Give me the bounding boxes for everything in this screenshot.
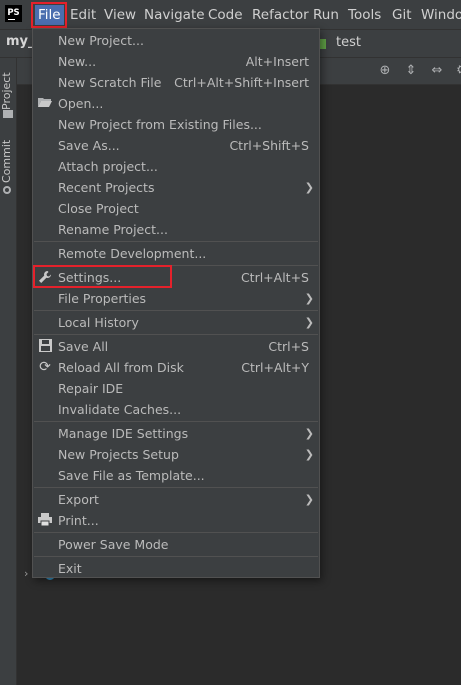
refresh-icon: ⟳ [39, 359, 51, 375]
locate-icon[interactable]: ⊕ [377, 63, 393, 79]
menu-edit[interactable]: Edit [70, 5, 96, 25]
menu-separator [34, 310, 318, 311]
submenu-arrow-icon: ❯ [304, 292, 314, 305]
menu-tools[interactable]: Tools [348, 5, 381, 25]
left-tool-strip: Project Commit [0, 58, 17, 685]
menu-save-as[interactable]: Save As... Ctrl+Shift+S [33, 135, 319, 156]
menu-repair-ide[interactable]: Repair IDE [33, 378, 319, 399]
menu-new[interactable]: New... Alt+Insert [33, 51, 319, 72]
menu-recent-projects[interactable]: Recent Projects ❯ [33, 177, 319, 198]
wrench-icon [38, 270, 52, 284]
submenu-arrow-icon: ❯ [304, 493, 314, 506]
menu-separator [34, 556, 318, 557]
menu-separator [34, 532, 318, 533]
menu-attach-project[interactable]: Attach project... [33, 156, 319, 177]
menu-separator [34, 265, 318, 266]
commit-icon [3, 186, 11, 194]
chevron-right-icon: › [24, 567, 29, 580]
menu-navigate[interactable]: Navigate [144, 5, 205, 25]
tab-project[interactable]: Project [0, 66, 17, 116]
menu-git[interactable]: Git [392, 5, 412, 25]
folder-icon [3, 110, 13, 118]
menu-view[interactable]: View [104, 5, 136, 25]
menu-new-from-existing[interactable]: New Project from Existing Files... [33, 114, 319, 135]
menu-local-history[interactable]: Local History ❯ [33, 312, 319, 333]
menu-run[interactable]: Run [313, 5, 339, 25]
menu-exit[interactable]: Exit [33, 558, 319, 577]
submenu-arrow-icon: ❯ [304, 181, 314, 194]
menu-power-save[interactable]: Power Save Mode [33, 534, 319, 555]
menu-manage-ide-settings[interactable]: Manage IDE Settings ❯ [33, 423, 319, 444]
menu-new-scratch[interactable]: New Scratch File Ctrl+Alt+Shift+Insert [33, 72, 319, 93]
app-logo: PS [5, 5, 22, 22]
menu-code[interactable]: Code [208, 5, 243, 25]
submenu-arrow-icon: ❯ [304, 448, 314, 461]
menu-export[interactable]: Export ❯ [33, 489, 319, 510]
tab-commit[interactable]: Commit [0, 138, 17, 184]
expand-all-icon[interactable]: ⇕ [403, 63, 419, 79]
menu-separator [34, 334, 318, 335]
menu-separator [34, 487, 318, 488]
menu-print[interactable]: Print... [33, 510, 319, 531]
printer-icon [38, 513, 52, 527]
menu-reload-all[interactable]: ⟳ Reload All from Disk Ctrl+Alt+Y [33, 357, 319, 378]
folder-open-icon [38, 96, 52, 110]
menu-close-project[interactable]: Close Project [33, 198, 319, 219]
menu-remote-development[interactable]: Remote Development... [33, 243, 319, 264]
run-config-selector[interactable]: test [336, 35, 361, 50]
menu-save-as-template[interactable]: Save File as Template... [33, 465, 319, 486]
menu-bar: PS File Edit View Navigate Code Refactor… [0, 0, 461, 30]
gear-icon[interactable]: ⚙ [454, 63, 461, 79]
menu-window[interactable]: Window [421, 5, 461, 25]
menu-new-projects-setup[interactable]: New Projects Setup ❯ [33, 444, 319, 465]
submenu-arrow-icon: ❯ [304, 427, 314, 440]
menu-new-project[interactable]: New Project... [33, 30, 319, 51]
menu-refactor[interactable]: Refactor [252, 5, 309, 25]
menu-save-all[interactable]: Save All Ctrl+S [33, 336, 319, 357]
menu-separator [34, 241, 318, 242]
menu-file[interactable]: File [35, 5, 64, 25]
menu-separator [34, 421, 318, 422]
menu-rename-project[interactable]: Rename Project... [33, 219, 319, 240]
menu-file-properties[interactable]: File Properties ❯ [33, 288, 319, 309]
menu-invalidate-caches[interactable]: Invalidate Caches... [33, 399, 319, 420]
collapse-all-icon[interactable]: ⇔ [429, 63, 445, 79]
file-menu-dropdown: New Project... New... Alt+Insert New Scra… [32, 28, 320, 578]
menu-settings[interactable]: Settings... Ctrl+Alt+S [33, 267, 319, 288]
menu-open[interactable]: Open... [33, 93, 319, 114]
save-icon [38, 339, 52, 353]
submenu-arrow-icon: ❯ [304, 316, 314, 329]
